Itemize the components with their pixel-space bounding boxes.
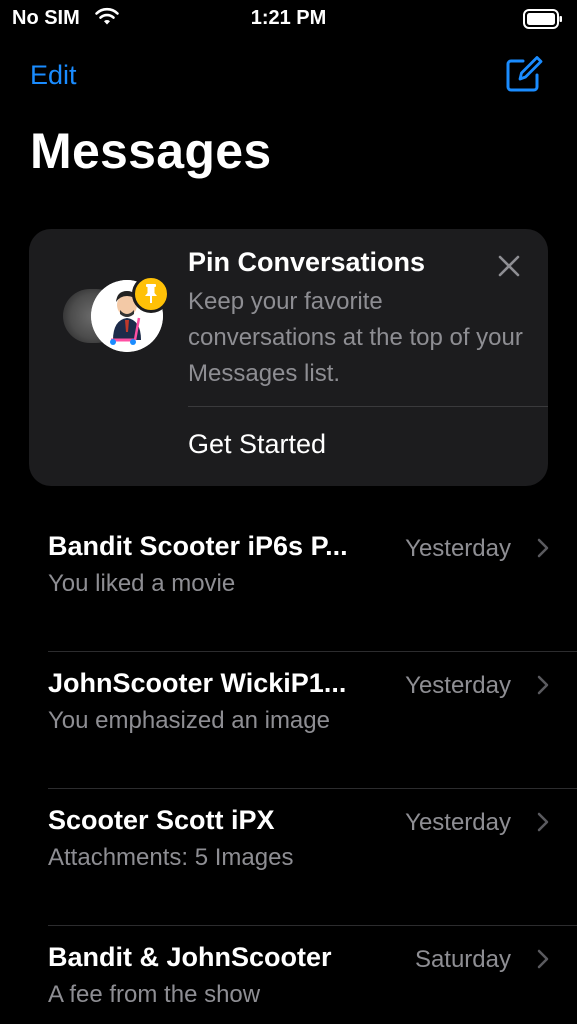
conversation-row[interactable]: Bandit Scooter iP6s P... Yesterday You l… — [0, 515, 577, 652]
conversation-date: Yesterday — [405, 672, 511, 699]
conversation-date: Yesterday — [405, 809, 511, 836]
conversation-row[interactable]: Bandit & JohnScooter Saturday A fee from… — [0, 926, 577, 1024]
edit-button[interactable]: Edit — [30, 60, 77, 91]
compose-icon[interactable] — [503, 55, 543, 100]
conversation-name: Scooter Scott iPX — [48, 805, 275, 835]
chevron-right-icon — [537, 538, 549, 563]
close-icon[interactable] — [498, 255, 520, 282]
conversation-name: JohnScooter WickiP1... — [48, 668, 347, 698]
conversation-date: Yesterday — [405, 535, 511, 562]
status-time: 1:21 PM — [250, 7, 327, 29]
conversation-row[interactable]: JohnScooter WickiP1... Yesterday You emp… — [0, 652, 577, 789]
chevron-right-icon — [537, 949, 549, 974]
pin-card-description: Keep your favorite conversations at the … — [188, 288, 523, 387]
divider — [188, 406, 548, 407]
chevron-right-icon — [537, 675, 549, 700]
get-started-button[interactable]: Get Started — [188, 429, 326, 460]
conversation-preview: A fee from the show — [48, 981, 261, 1008]
pin-conversations-card: Pin Conversations Keep your favorite con… — [29, 229, 548, 486]
conversation-preview: You emphasized an image — [48, 707, 330, 734]
conversation-row[interactable]: Scooter Scott iPX Yesterday Attachments:… — [0, 789, 577, 926]
page-title: Messages — [30, 123, 272, 179]
chevron-right-icon — [537, 812, 549, 837]
conversation-date: Saturday — [414, 946, 511, 973]
conversation-name: Bandit Scooter iP6s P... — [48, 531, 348, 561]
pin-card-title: Pin Conversations — [188, 247, 426, 277]
conversation-name: Bandit & JohnScooter — [48, 942, 332, 972]
conversation-preview: You liked a movie — [48, 570, 236, 597]
conversation-preview: Attachments: 5 Images — [48, 844, 294, 871]
status-bar: No SIM 1:21 PM — [0, 0, 577, 40]
battery-icon — [523, 9, 563, 34]
pin-icon — [132, 275, 170, 313]
